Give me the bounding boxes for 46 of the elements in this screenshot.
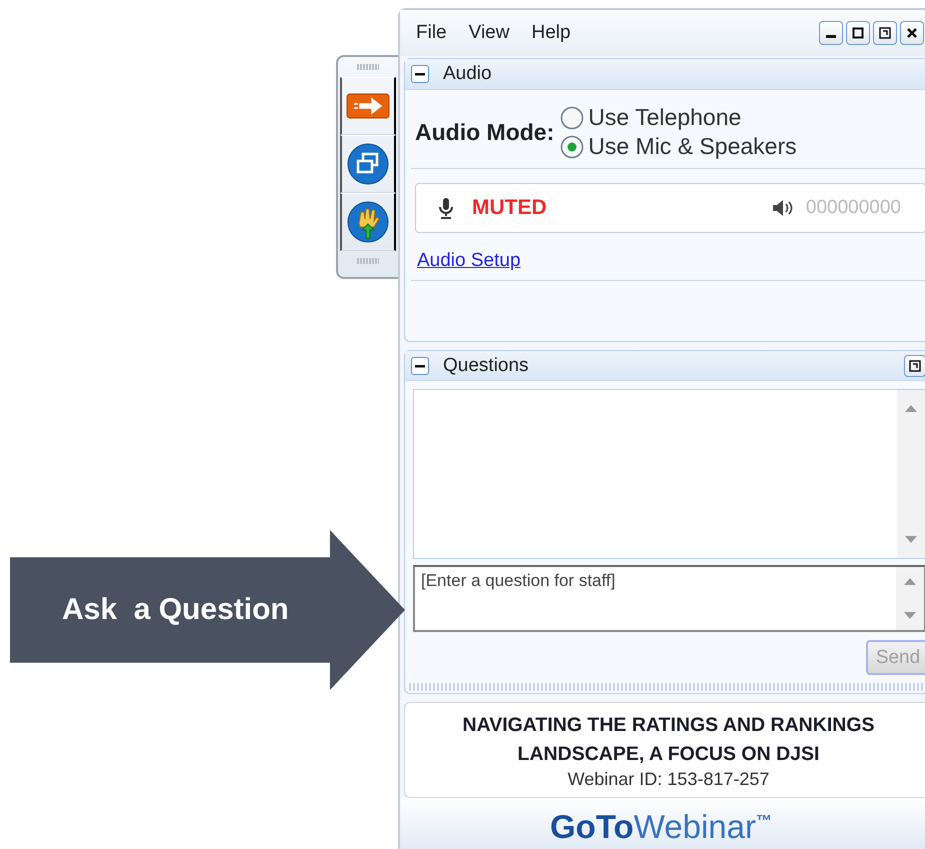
microphone-icon (438, 197, 454, 219)
radio-label: Use Telephone (588, 104, 742, 131)
menu-item[interactable]: Help (531, 22, 571, 44)
resize-grip[interactable] (409, 683, 925, 692)
webinar-title: NAVIGATING THE RATINGS AND RANKINGS (462, 712, 875, 738)
scrollbar[interactable] (896, 567, 924, 630)
restore-icon (879, 27, 891, 39)
collapse-toggle[interactable] (411, 65, 429, 83)
close-icon (906, 27, 918, 39)
logo: GoToWebinar$^{™}$ (550, 808, 772, 846)
restore-button[interactable] (873, 21, 897, 45)
webinar-title: LANDSCAPE, A FOCUS ON DJSI (518, 742, 820, 766)
scroll-down-icon[interactable] (904, 612, 916, 620)
windows-button[interactable] (340, 135, 396, 193)
popout-icon (909, 360, 921, 372)
panel-title: Questions (443, 354, 529, 377)
collapse-toggle[interactable] (411, 356, 429, 375)
maximize-button[interactable] (846, 21, 870, 45)
maximize-icon (852, 27, 864, 39)
minimize-button[interactable] (819, 21, 843, 45)
close-button[interactable] (900, 21, 924, 45)
grip-handle[interactable] (357, 258, 379, 264)
minimize-icon (826, 35, 836, 38)
arrow-button[interactable] (340, 77, 396, 135)
scroll-up-icon[interactable] (904, 577, 916, 586)
popout-button[interactable] (904, 354, 925, 377)
radio-button[interactable] (560, 134, 584, 158)
raise-hand-button[interactable] (340, 193, 396, 251)
menu-item[interactable]: File (416, 22, 447, 44)
radio-label: Use Mic & Speakers (588, 133, 797, 160)
webinar-id: Webinar ID: 153-817-257 (568, 768, 770, 790)
speaker-level-digits: 000000000 (806, 197, 901, 219)
scroll-up-icon[interactable] (905, 404, 917, 412)
panel-title: Audio (443, 63, 492, 85)
scroll-down-icon[interactable] (905, 536, 917, 544)
audio-mode-label: Audio Mode: (415, 118, 554, 146)
speaker-icon (772, 199, 794, 217)
hand-icon (347, 201, 389, 243)
grip-handle[interactable] (357, 64, 379, 70)
scrollbar[interactable] (897, 390, 925, 558)
callout-text: Ask a Question (62, 593, 289, 627)
mic-status: MUTED (472, 196, 547, 220)
menu-item[interactable]: View (468, 22, 510, 44)
audio-setup-link[interactable]: Audio Setup (417, 250, 521, 272)
radio-button[interactable] (560, 106, 584, 130)
windows-icon (347, 143, 389, 185)
